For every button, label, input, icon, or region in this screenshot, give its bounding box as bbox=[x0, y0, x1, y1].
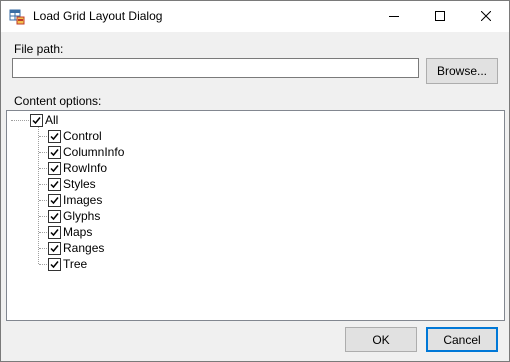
tree-connector bbox=[39, 168, 47, 169]
tree-connector bbox=[39, 248, 47, 249]
tree-label: Tree bbox=[63, 257, 88, 271]
tree-vertical-connector bbox=[38, 127, 39, 264]
tree-node-control[interactable]: Control bbox=[48, 128, 102, 144]
tree-node-rowinfo[interactable]: RowInfo bbox=[48, 160, 107, 176]
maximize-button[interactable] bbox=[417, 1, 463, 32]
checkmark-icon bbox=[50, 228, 59, 236]
checkmark-icon bbox=[50, 244, 59, 252]
grid-app-icon bbox=[9, 9, 25, 25]
tree-label: Images bbox=[63, 193, 103, 207]
content-options-tree[interactable]: All Control ColumnInfo RowInfo Styles Images… bbox=[6, 110, 505, 321]
close-button[interactable] bbox=[463, 1, 509, 32]
checkbox-all[interactable] bbox=[30, 113, 43, 127]
tree-connector bbox=[39, 264, 47, 265]
tree-label: Ranges bbox=[63, 241, 105, 255]
tree-connector bbox=[39, 136, 47, 137]
tree-root-connector bbox=[11, 120, 29, 121]
browse-button[interactable]: Browse... bbox=[426, 58, 498, 84]
tree-node-styles[interactable]: Styles bbox=[48, 176, 96, 192]
tree-label: RowInfo bbox=[63, 161, 108, 175]
tree-label: Glyphs bbox=[63, 209, 101, 223]
tree-connector bbox=[39, 216, 47, 217]
tree-label: Control bbox=[63, 129, 102, 143]
checkbox-maps[interactable] bbox=[48, 225, 61, 239]
tree-label-all: All bbox=[45, 113, 59, 127]
tree-node-ranges[interactable]: Ranges bbox=[48, 240, 104, 256]
minimize-button[interactable] bbox=[371, 1, 417, 32]
checkbox-glyphs[interactable] bbox=[48, 209, 61, 223]
tree-connector bbox=[39, 152, 47, 153]
checkmark-icon bbox=[50, 148, 59, 156]
tree-label: Styles bbox=[63, 177, 96, 191]
tree-node-glyphs[interactable]: Glyphs bbox=[48, 208, 100, 224]
minimize-icon bbox=[389, 10, 399, 24]
title-bar[interactable]: Load Grid Layout Dialog bbox=[1, 1, 509, 32]
load-grid-layout-dialog: Load Grid Layout Dialog File path: Brows… bbox=[0, 0, 510, 362]
checkbox-rowinfo[interactable] bbox=[48, 161, 61, 175]
tree-node-tree[interactable]: Tree bbox=[48, 256, 87, 272]
tree-node-columninfo[interactable]: ColumnInfo bbox=[48, 144, 124, 160]
file-path-label: File path: bbox=[14, 42, 64, 56]
checkbox-tree[interactable] bbox=[48, 257, 61, 271]
checkmark-icon bbox=[50, 212, 59, 220]
tree-node-all[interactable]: All bbox=[30, 112, 58, 128]
cancel-button[interactable]: Cancel bbox=[426, 327, 498, 352]
tree-label: ColumnInfo bbox=[63, 145, 125, 159]
tree-label: Maps bbox=[63, 225, 93, 239]
checkmark-icon bbox=[50, 164, 59, 172]
content-options-label: Content options: bbox=[14, 94, 102, 108]
checkmark-icon bbox=[32, 116, 41, 124]
file-path-input[interactable] bbox=[12, 58, 419, 78]
checkmark-icon bbox=[50, 196, 59, 204]
tree-node-maps[interactable]: Maps bbox=[48, 224, 92, 240]
checkbox-images[interactable] bbox=[48, 193, 61, 207]
checkbox-columninfo[interactable] bbox=[48, 145, 61, 159]
tree-connector bbox=[39, 232, 47, 233]
close-icon bbox=[480, 10, 492, 24]
checkmark-icon bbox=[50, 180, 59, 188]
tree-connector bbox=[39, 200, 47, 201]
maximize-icon bbox=[435, 10, 445, 24]
checkbox-styles[interactable] bbox=[48, 177, 61, 191]
checkmark-icon bbox=[50, 132, 59, 140]
checkbox-control[interactable] bbox=[48, 129, 61, 143]
checkmark-icon bbox=[50, 260, 59, 268]
tree-connector bbox=[39, 184, 47, 185]
checkbox-ranges[interactable] bbox=[48, 241, 61, 255]
window-title: Load Grid Layout Dialog bbox=[33, 9, 163, 23]
tree-node-images[interactable]: Images bbox=[48, 192, 102, 208]
ok-button[interactable]: OK bbox=[345, 327, 417, 352]
